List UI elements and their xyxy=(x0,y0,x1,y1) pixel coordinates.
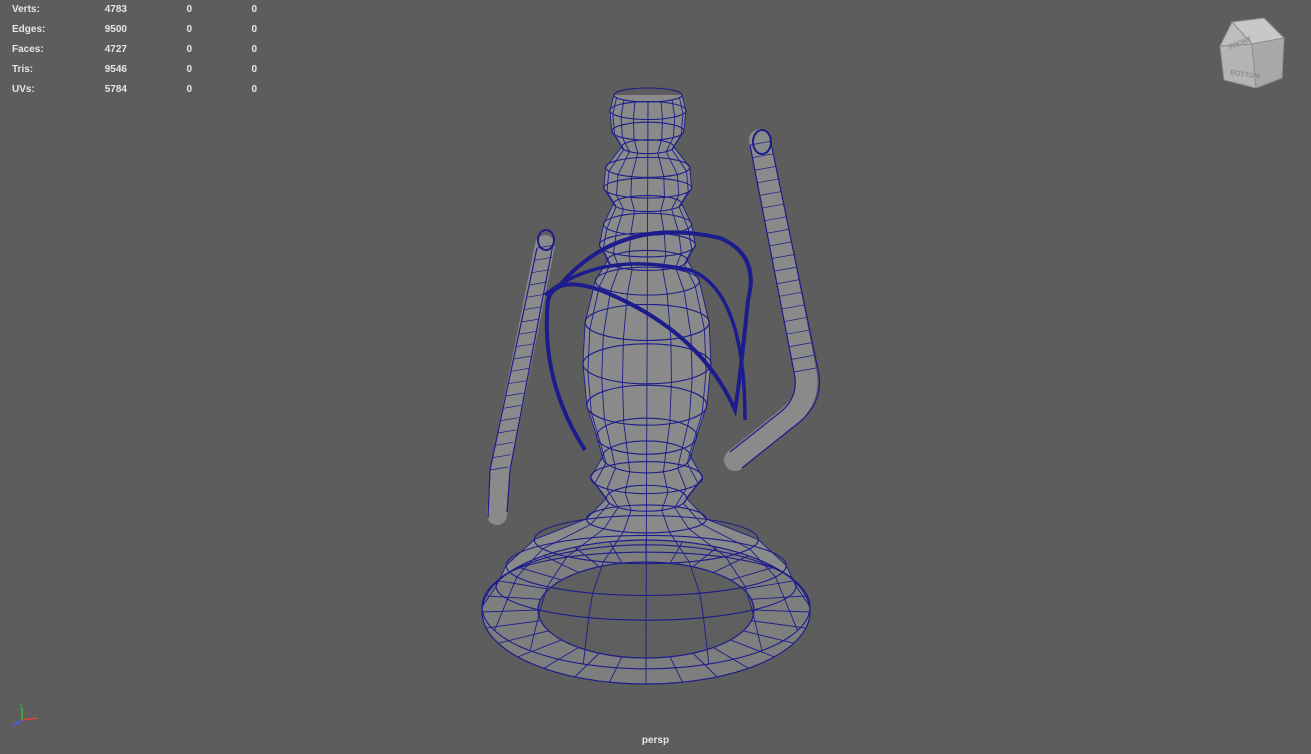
z-axis-line xyxy=(12,719,23,727)
camera-name-label: persp xyxy=(641,735,670,746)
view-cube[interactable]: FRONT BOTTOM xyxy=(1216,16,1288,94)
view-cube-bottom-face[interactable] xyxy=(1219,43,1257,89)
maya-perspective-viewport[interactable]: Verts: 4783 0 0 Edges: 9500 0 0 Faces: 4… xyxy=(0,0,1311,754)
left-handle-shade xyxy=(487,235,555,525)
view-cube-side-face[interactable] xyxy=(1251,37,1285,89)
x-axis-line xyxy=(21,717,39,721)
axis-gizmo: Y xyxy=(12,704,39,727)
lantern-mesh[interactable] xyxy=(0,0,1311,754)
y-axis-label: Y xyxy=(19,704,23,710)
